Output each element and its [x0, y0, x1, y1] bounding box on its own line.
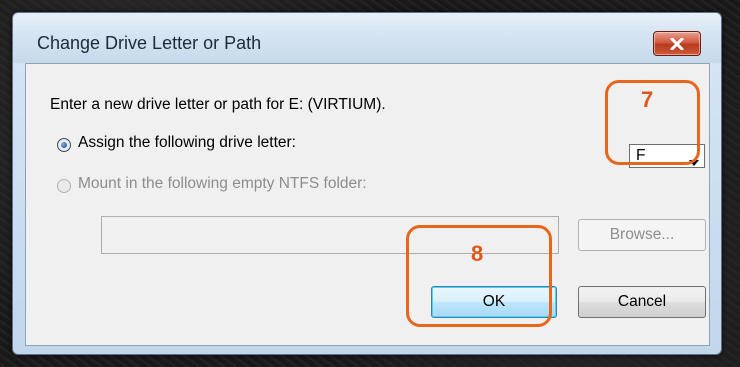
callout-8-number: 8: [471, 241, 484, 266]
close-icon: [670, 37, 684, 50]
assign-letter-label[interactable]: Assign the following drive letter:: [78, 134, 296, 152]
instruction-text: Enter a new drive letter or path for E: …: [50, 96, 386, 113]
cancel-button[interactable]: Cancel: [578, 286, 706, 318]
mount-folder-radio[interactable]: [57, 179, 71, 193]
browse-button[interactable]: Browse...: [578, 219, 706, 251]
close-button[interactable]: [653, 31, 701, 56]
title-bar: Change Drive Letter or Path: [13, 13, 721, 63]
dialog-window: Change Drive Letter or Path Enter a new …: [12, 12, 722, 355]
callout-7-number: 7: [641, 87, 654, 112]
dialog-title: Change Drive Letter or Path: [37, 33, 262, 53]
assign-letter-radio[interactable]: [57, 138, 71, 152]
mount-folder-label[interactable]: Mount in the following empty NTFS folder…: [78, 175, 367, 193]
